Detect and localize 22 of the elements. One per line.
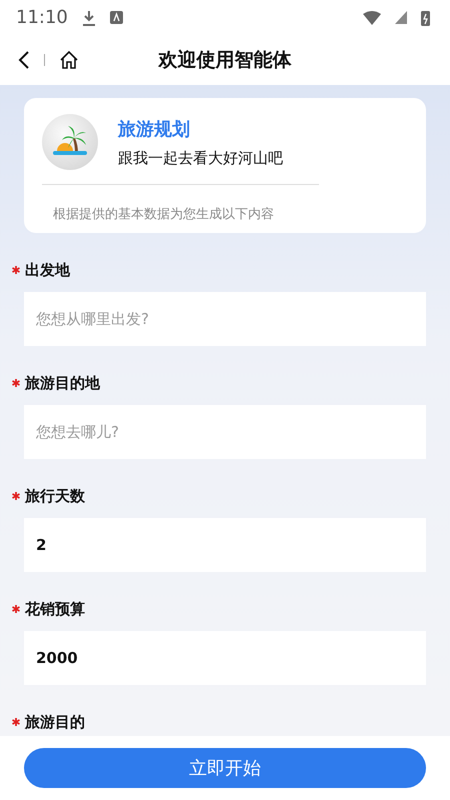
input-field[interactable]: 您想从哪里出发? (24, 292, 426, 346)
back-button[interactable] (18, 51, 30, 69)
card-note: 根据提供的基本数据为您生成以下内容 (52, 206, 275, 223)
input-field[interactable]: 您想去哪儿? (24, 405, 426, 459)
status-time: 11:10 (16, 7, 68, 28)
field-label: 出发地 (25, 260, 70, 280)
field-label: 旅行天数 (25, 486, 85, 506)
input-field[interactable]: 2 (24, 518, 426, 572)
agent-name: 旅游规划 (118, 118, 191, 140)
input-field[interactable]: 2000 (24, 631, 426, 685)
field-label: 花销预算 (25, 600, 85, 618)
notification-icon (110, 11, 123, 24)
agent-tagline: 跟我一起去看大好河山吧 (118, 148, 283, 168)
field-label: 旅游目的 (25, 712, 85, 732)
field-label: 旅游目的地 (25, 374, 100, 392)
start-button[interactable]: 立即开始 (24, 748, 426, 788)
battery-icon (421, 10, 430, 26)
download-icon (82, 10, 96, 26)
home-button[interactable] (59, 50, 79, 70)
wifi-icon (363, 10, 381, 24)
signal-icon (395, 11, 407, 24)
page-title: 欢迎使用智能体 (158, 48, 292, 73)
